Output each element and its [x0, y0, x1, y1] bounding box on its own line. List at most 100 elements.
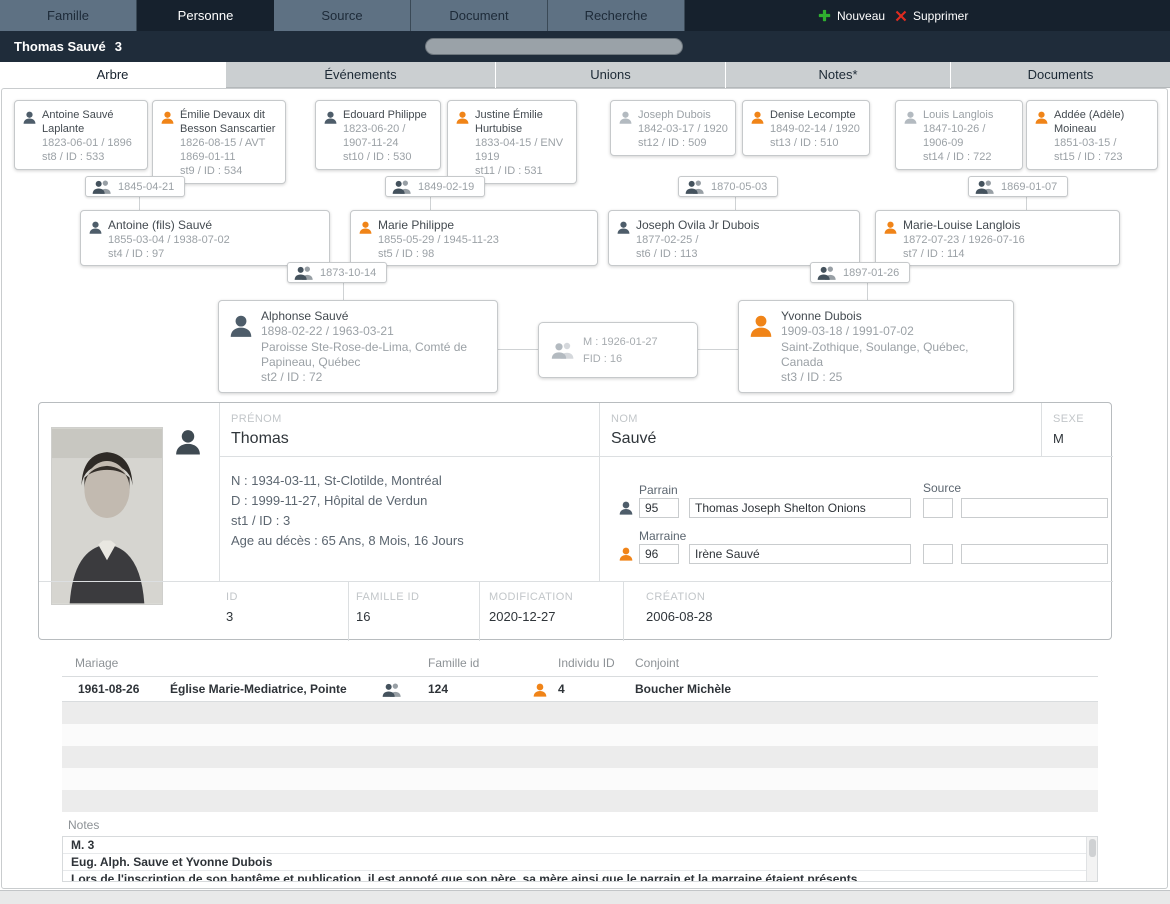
union-date: 1845-04-21	[118, 181, 174, 193]
union-badge[interactable]: 1870-05-03	[678, 176, 778, 197]
col-header-famille-id: Famille id	[428, 656, 479, 670]
connector-line	[867, 280, 868, 300]
creation-value: 2006-08-28	[646, 609, 713, 624]
tab-recherche[interactable]: Recherche	[548, 0, 685, 31]
creation-label: CRÉATION	[646, 591, 705, 603]
marraine-id-input[interactable]	[639, 544, 679, 564]
union-date: 1873-10-14	[320, 267, 376, 279]
new-button[interactable]: Nouveau	[818, 0, 885, 31]
tree-card-justine-hurtubise[interactable]: Justine Émilie Hurtubise 1833-04-15 / EN…	[447, 100, 577, 184]
tree-card-denise-lecompte[interactable]: Denise Lecompte 1849-02-14 / 1920 st13 /…	[742, 100, 870, 156]
parrain-id-input[interactable]	[639, 498, 679, 518]
marraine-source-input[interactable]	[961, 544, 1108, 564]
person-name: Joseph Dubois	[638, 108, 729, 122]
person-ref: st7 / ID : 114	[903, 247, 1113, 261]
union-individu-id: 4	[558, 682, 565, 696]
col-header-mariage: Mariage	[75, 656, 118, 670]
male-person-icon	[618, 500, 634, 516]
male-person-icon	[618, 110, 633, 125]
notes-area[interactable]: M. 3 Eug. Alph. Sauve et Yvonne Dubois L…	[62, 836, 1098, 882]
female-person-icon	[455, 110, 470, 125]
person-ref: st14 / ID : 722	[923, 150, 1016, 164]
person-photo[interactable]	[51, 427, 163, 605]
id-label: ID	[226, 591, 238, 603]
tree-card-joseph-dubois[interactable]: Joseph Dubois 1842-03-17 / 1920 st12 / I…	[610, 100, 736, 156]
union-date: 1897-01-26	[843, 267, 899, 279]
tree-card-yvonne-dubois[interactable]: Yvonne Dubois 1909-03-18 / 1991-07-02 Sa…	[738, 300, 1014, 393]
tree-card-antoine-fils-sauve[interactable]: Antoine (fils) Sauvé 1855-03-04 / 1938-0…	[80, 210, 330, 266]
scrollbar-thumb[interactable]	[1089, 839, 1096, 857]
marraine-source-id-input[interactable]	[923, 544, 953, 564]
view-tab-unions[interactable]: Unions	[495, 62, 725, 88]
nom-label: NOM	[611, 413, 638, 425]
view-tab-notes[interactable]: Notes*	[725, 62, 950, 88]
note-line: Eug. Alph. Sauve et Yvonne Dubois	[63, 854, 1097, 871]
couple-icon	[294, 265, 314, 280]
panel-divider	[479, 581, 480, 641]
male-gender-icon	[173, 427, 203, 457]
couple-icon	[685, 179, 705, 194]
id-value: 3	[226, 609, 233, 624]
union-badge[interactable]: 1897-01-26	[810, 262, 910, 283]
tab-source[interactable]: Source	[274, 0, 411, 31]
view-tab-arbre[interactable]: Arbre	[0, 62, 225, 88]
age-at-death-line: Age au décès : 65 Ans, 8 Mois, 16 Jours	[231, 531, 591, 551]
empty-table-row[interactable]	[62, 702, 1098, 724]
person-name: Antoine (fils) Sauvé	[108, 218, 323, 233]
empty-table-row[interactable]	[62, 746, 1098, 768]
search-input[interactable]	[425, 38, 683, 55]
tree-card-addee-moineau[interactable]: Addée (Adèle) Moineau 1851-03-15 / st15 …	[1026, 100, 1158, 170]
tree-card-marie-louise-langlois[interactable]: Marie-Louise Langlois 1872-07-23 / 1926-…	[875, 210, 1120, 266]
person-ref: st8 / ID : 533	[42, 150, 141, 164]
delete-button[interactable]: Supprimer	[895, 0, 968, 31]
tab-document[interactable]: Document	[411, 0, 548, 31]
person-name: Addée (Adèle) Moineau	[1054, 108, 1151, 136]
tree-card-alphonse-sauve[interactable]: Alphonse Sauvé 1898-02-22 / 1963-03-21 P…	[218, 300, 498, 393]
view-tab-documents[interactable]: Documents	[950, 62, 1170, 88]
male-person-icon	[88, 220, 103, 235]
couple-icon	[382, 682, 402, 697]
union-badge[interactable]: 1849-02-19	[385, 176, 485, 197]
person-name: Louis Langlois	[923, 108, 1016, 122]
tree-card-antoine-sauve-laplante[interactable]: Antoine Sauvé Laplante 1823-06-01 / 1896…	[14, 100, 148, 170]
tree-card-emilie-devaux[interactable]: Émilie Devaux dit Besson Sanscartier 182…	[152, 100, 286, 184]
notes-scrollbar[interactable]	[1086, 837, 1097, 882]
union-badge[interactable]: 1873-10-14	[287, 262, 387, 283]
male-person-icon	[228, 313, 254, 339]
female-person-icon	[532, 682, 548, 698]
tree-card-joseph-ovila-dubois[interactable]: Joseph Ovila Jr Dubois 1877-02-25 / st6 …	[608, 210, 860, 266]
person-ref: st13 / ID : 510	[770, 136, 863, 150]
union-badge[interactable]: 1845-04-21	[85, 176, 185, 197]
person-ref: st3 / ID : 25	[781, 370, 1005, 385]
couple-icon	[975, 179, 995, 194]
marraine-name-input[interactable]	[689, 544, 911, 564]
person-dates: 1842-03-17 / 1920	[638, 122, 729, 136]
male-person-icon	[616, 220, 631, 235]
empty-table-row[interactable]	[62, 790, 1098, 812]
person-name: Alphonse Sauvé	[261, 309, 489, 324]
panel-divider	[219, 456, 1113, 457]
union-badge[interactable]: 1869-01-07	[968, 176, 1068, 197]
union-table-row[interactable]: 1961-08-26 Église Marie-Mediatrice, Poin…	[62, 676, 1098, 702]
ancestor-tree: Antoine Sauvé Laplante 1823-06-01 / 1896…	[0, 88, 1170, 402]
person-dates: 1833-04-15 / ENV 1919	[475, 136, 570, 164]
empty-table-row[interactable]	[62, 724, 1098, 746]
person-name: Émilie Devaux dit Besson Sanscartier	[180, 108, 279, 136]
parrain-source-input[interactable]	[961, 498, 1108, 518]
parrain-name-input[interactable]	[689, 498, 911, 518]
couple-icon	[817, 265, 837, 280]
tree-card-louis-langlois[interactable]: Louis Langlois 1847-10-26 / 1906-09 st14…	[895, 100, 1023, 170]
person-name: Marie Philippe	[378, 218, 591, 233]
view-tab-evenements[interactable]: Événements	[225, 62, 495, 88]
union-date: 1849-02-19	[418, 181, 474, 193]
person-dates: 1823-06-01 / 1896	[42, 136, 141, 150]
prenom-label: PRÉNOM	[231, 413, 282, 425]
tab-famille[interactable]: Famille	[0, 0, 137, 31]
tree-card-marie-philippe[interactable]: Marie Philippe 1855-05-29 / 1945-11-23 s…	[350, 210, 598, 266]
empty-table-row[interactable]	[62, 768, 1098, 790]
parents-union-card[interactable]: M : 1926-01-27 FID : 16	[538, 322, 698, 378]
parrain-source-id-input[interactable]	[923, 498, 953, 518]
female-person-icon	[748, 313, 774, 339]
tree-card-edouard-philippe[interactable]: Edouard Philippe 1823-06-20 / 1907-11-24…	[315, 100, 441, 170]
tab-personne[interactable]: Personne	[137, 0, 274, 31]
